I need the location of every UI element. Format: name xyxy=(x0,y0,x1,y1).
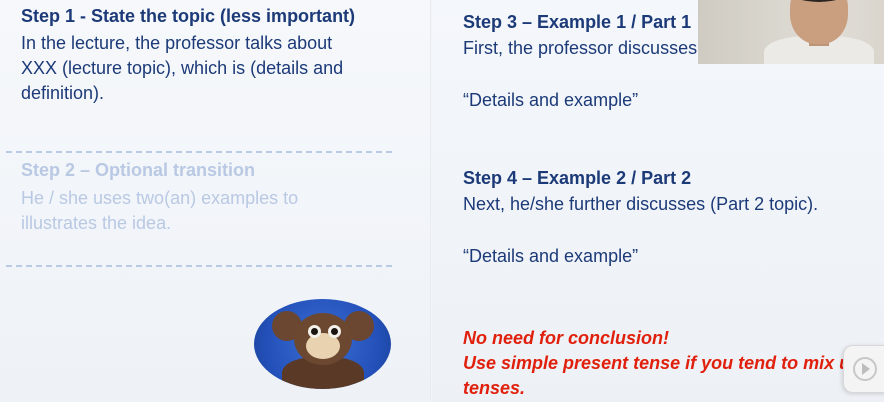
toy-eye-right xyxy=(328,325,341,338)
dashed-separator-top xyxy=(6,151,392,153)
toy-photo xyxy=(254,299,391,389)
step4-detail: “Details and example” xyxy=(463,246,639,266)
step1-heading: Step 1 - State the topic (less important… xyxy=(21,6,356,26)
note-tense-continued: tenses. xyxy=(463,378,526,398)
dashed-separator-bottom xyxy=(6,265,392,267)
step1-line: definition). xyxy=(21,83,105,103)
floating-player-button[interactable] xyxy=(843,345,884,393)
step3-detail: “Details and example” xyxy=(463,90,639,110)
step1-line: XXX (lecture topic), which is (details a… xyxy=(21,58,344,78)
step1-line: In the lecture, the professor talks abou… xyxy=(21,33,333,53)
step3-heading: Step 3 – Example 1 / Part 1 xyxy=(463,12,692,32)
step1-text: In the lecture, the professor talks abou… xyxy=(21,31,343,106)
step2-line: He / she uses two(an) examples to xyxy=(21,188,299,208)
step3-line: First, the professor discusses xyxy=(463,38,698,58)
step2-line: illustrates the idea. xyxy=(21,213,172,233)
toy-eye-left xyxy=(308,325,321,338)
step2-text: He / she uses two(an) examples to illust… xyxy=(21,186,298,236)
note-tense: Use simple present tense if you tend to … xyxy=(463,353,862,373)
note-conclusion: No need for conclusion! xyxy=(463,328,670,348)
step4-line: Next, he/she further discusses (Part 2 t… xyxy=(463,194,819,214)
step4-heading: Step 4 – Example 2 / Part 2 xyxy=(463,168,692,188)
webcam-overlay xyxy=(698,0,884,64)
step2-heading: Step 2 – Optional transition xyxy=(21,160,256,180)
play-circle-icon xyxy=(853,357,877,381)
